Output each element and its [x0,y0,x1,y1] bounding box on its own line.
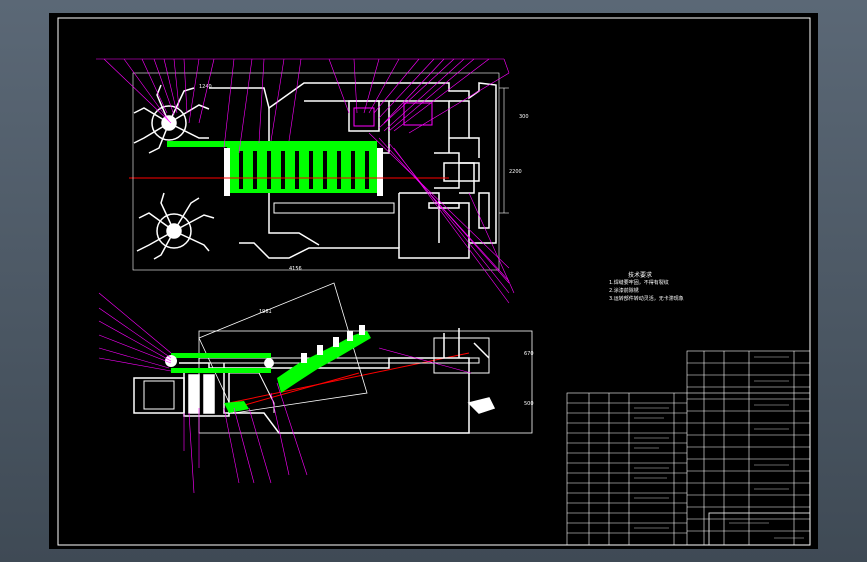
dim-height-b: 2200 [509,169,522,175]
cad-drawing: 4156 300 2200 1240 1961 670 500 [57,17,811,546]
drawing-border [57,17,811,546]
note-line-2: 2.涂漆前除锈 [609,288,639,294]
dim-left: 1240 [199,84,212,90]
dim-side-height-a: 670 [524,351,534,357]
drawing-sheet: 4156 300 2200 1240 1961 670 500 技术要求 1.焊… [49,13,818,549]
dim-top-width: 4156 [289,266,302,272]
leader-lines-side [98,292,472,494]
notes-title: 技术要求 [628,272,653,279]
note-line-3: 3.运转部件转动灵活，无卡滞现象 [609,296,684,302]
conveyor-top [167,141,383,196]
side-view [133,328,496,434]
note-line-1: 1.焊缝要牢固，不得有裂纹 [609,280,669,286]
dim-side-height-b: 500 [524,401,534,407]
dim-height-a: 300 [519,114,529,120]
parts-table [566,350,811,546]
dim-side-width: 1961 [259,309,272,315]
table-text-marks [634,356,804,539]
